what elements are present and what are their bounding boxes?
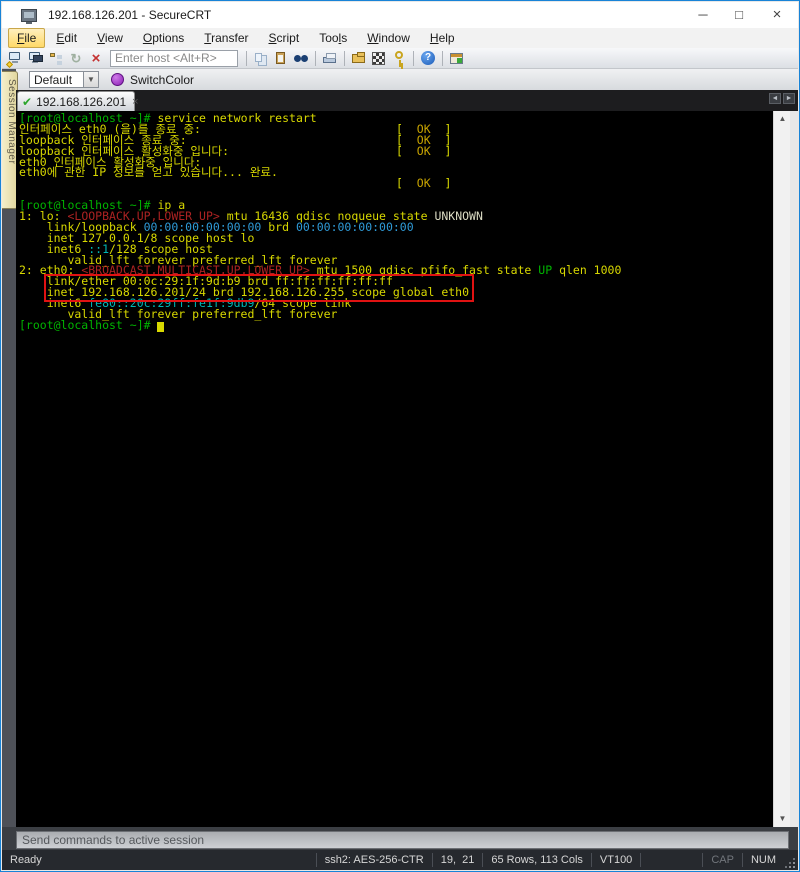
copy-icon[interactable] <box>252 50 270 67</box>
menu-bar: FileEditViewOptionsTransferScriptToolsWi… <box>2 28 798 48</box>
session-tab-192.168.126.201[interactable]: ✔ 192.168.126.201 × <box>17 91 135 111</box>
toolbar-separator <box>315 51 316 66</box>
terminal-line: [root@localhost ~]# <box>19 320 773 331</box>
connect-sessions-icon[interactable] <box>27 50 45 67</box>
toolbar-separator <box>246 51 247 66</box>
key-icon[interactable] <box>390 50 408 67</box>
status-bar: Ready ssh2: AES-256-CTR 19, 21 65 Rows, … <box>2 850 798 870</box>
session-tree-icon[interactable] <box>47 50 65 67</box>
switchcolor-icon <box>111 73 124 86</box>
status-empty-segment <box>640 853 702 867</box>
disconnect-icon[interactable]: × <box>87 50 105 67</box>
close-button[interactable]: × <box>760 2 794 28</box>
command-input[interactable] <box>16 831 789 849</box>
session-options-icon[interactable] <box>350 50 368 67</box>
status-ready: Ready <box>2 853 316 867</box>
toolbar-separator <box>344 51 345 66</box>
tab-close-icon[interactable]: × <box>132 96 138 108</box>
ok-status: [ OK ] <box>396 146 451 157</box>
menu-item-file[interactable]: File <box>8 28 45 48</box>
main-toolbar: ↻ × ? <box>2 48 798 69</box>
chevron-down-icon[interactable]: ▼ <box>84 71 99 88</box>
resize-grip[interactable] <box>784 857 796 869</box>
quick-connect-icon[interactable] <box>7 50 25 67</box>
menu-item-view[interactable]: View <box>88 28 132 48</box>
menu-item-options[interactable]: Options <box>134 28 193 48</box>
show-session-manager-icon[interactable] <box>448 50 466 67</box>
connected-check-icon: ✔ <box>22 95 32 109</box>
securecrt-window: 192.168.126.201 - SecureCRT ─ □ × FileEd… <box>0 0 800 872</box>
terminal-screen[interactable]: [root@localhost ~]# service network rest… <box>16 111 773 827</box>
menu-item-script[interactable]: Script <box>260 28 309 48</box>
help-icon[interactable]: ? <box>419 50 437 67</box>
terminal-cursor <box>157 322 164 332</box>
tab-scroll-left-icon[interactable]: ◄ <box>769 93 781 104</box>
menu-item-transfer[interactable]: Transfer <box>195 28 257 48</box>
status-num-lock: NUM <box>742 853 784 867</box>
minimize-button[interactable]: ─ <box>686 2 720 28</box>
tab-label: 192.168.126.201 <box>36 95 126 109</box>
app-icon <box>21 9 37 22</box>
reconnect-icon[interactable]: ↻ <box>67 50 85 67</box>
status-cursor-position: 19, 21 <box>432 853 483 867</box>
default-dropdown[interactable]: Default ▼ <box>29 71 99 88</box>
tab-bar: ✔ 192.168.126.201 × ◄ ► <box>16 90 798 111</box>
menu-item-help[interactable]: Help <box>421 28 464 48</box>
status-cipher: ssh2: AES-256-CTR <box>316 853 432 867</box>
paste-icon[interactable] <box>272 50 290 67</box>
status-emulation: VT100 <box>591 853 640 867</box>
default-dropdown-value: Default <box>29 71 84 88</box>
maximize-button[interactable]: □ <box>722 2 756 28</box>
menu-item-edit[interactable]: Edit <box>47 28 86 48</box>
scroll-up-icon[interactable]: ▲ <box>774 111 791 127</box>
status-grid-size: 65 Rows, 113 Cols <box>482 853 591 867</box>
terminal-line: [ OK ] <box>19 178 773 189</box>
title-bar: 192.168.126.201 - SecureCRT ─ □ × <box>2 2 798 28</box>
secondary-toolbar: Default ▼ SwitchColor <box>16 69 798 90</box>
status-caps-lock: CAP <box>702 853 742 867</box>
menu-item-window[interactable]: Window <box>358 28 419 48</box>
terminal-scrollbar[interactable]: ▲ ▼ <box>773 111 790 827</box>
scroll-down-icon[interactable]: ▼ <box>774 811 791 827</box>
ok-status: [ OK ] <box>396 178 451 189</box>
toolbar-separator <box>442 51 443 66</box>
highlight-box <box>44 274 474 302</box>
print-icon[interactable] <box>321 50 339 67</box>
window-title: 192.168.126.201 - SecureCRT <box>48 8 211 22</box>
global-options-icon[interactable] <box>370 50 388 67</box>
find-icon[interactable] <box>292 50 310 67</box>
menu-item-tools[interactable]: Tools <box>310 28 356 48</box>
tab-scroll-right-icon[interactable]: ► <box>783 93 795 104</box>
switchcolor-button[interactable]: SwitchColor <box>130 73 194 87</box>
toolbar-separator <box>413 51 414 66</box>
host-input[interactable] <box>110 50 238 67</box>
tab-scroll-arrows: ◄ ► <box>769 93 795 104</box>
